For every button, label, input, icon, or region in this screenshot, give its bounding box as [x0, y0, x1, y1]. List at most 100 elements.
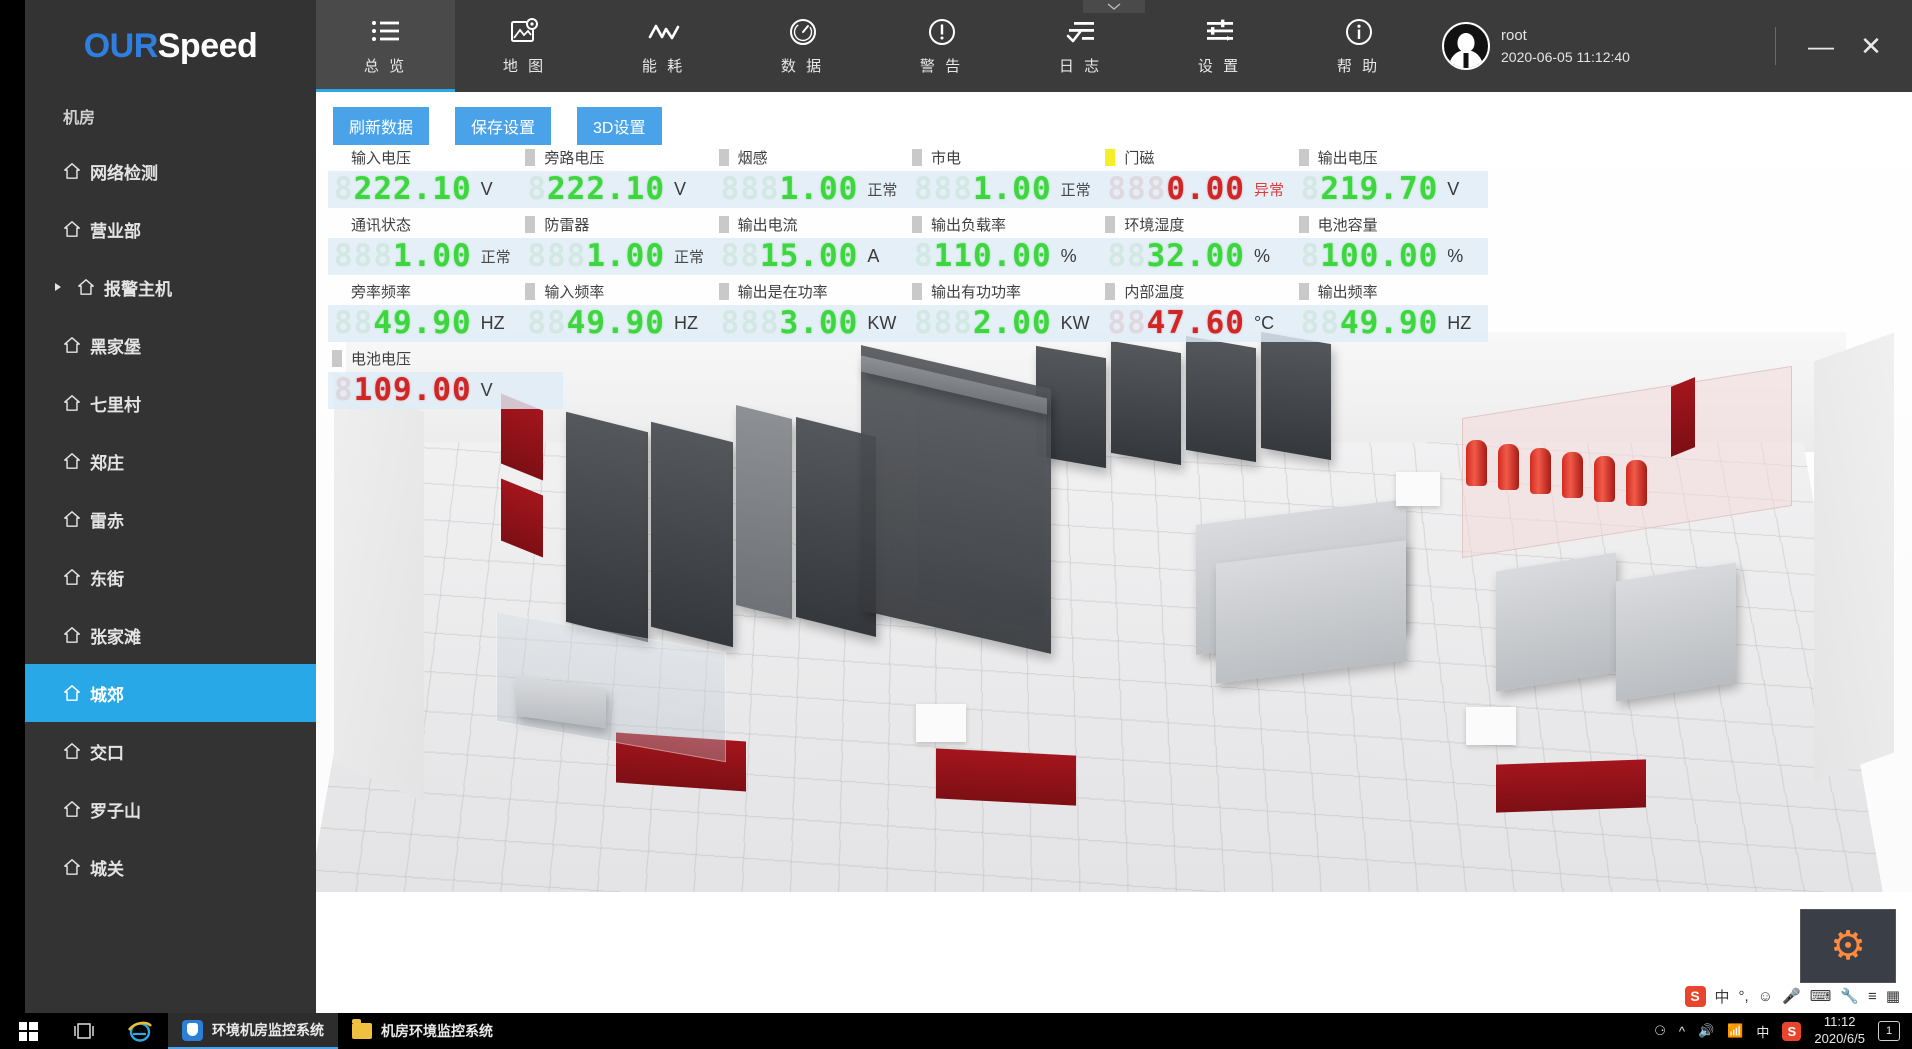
tab-help[interactable]: 帮 助 — [1289, 0, 1428, 92]
home-icon — [63, 742, 90, 760]
metric-cell: 输入电压 8 222.10 V — [328, 144, 521, 208]
ime-keyboard-icon[interactable]: ⌨ — [1810, 987, 1832, 1005]
metric-label: 烟感 — [738, 147, 768, 168]
equipment-cabinet[interactable] — [1616, 562, 1736, 701]
sidebar-item-1[interactable]: 营业部 — [25, 200, 316, 258]
sogou-logo-icon[interactable]: S — [1685, 986, 1706, 1007]
status-indicator — [525, 216, 535, 233]
sidebar-item-0[interactable]: 网络检测 — [25, 142, 316, 200]
sidebar-item-8[interactable]: 张家滩 — [25, 606, 316, 664]
sidebar-item-4[interactable]: 七里村 — [25, 374, 316, 432]
metric-value: 49.90 — [1340, 308, 1438, 339]
sidebar-item-label: 罗子山 — [90, 797, 141, 822]
start-button[interactable] — [0, 1013, 56, 1049]
metric-ghost-digits: 888 — [527, 241, 586, 272]
metric-value: 219.70 — [1320, 174, 1438, 205]
internet-explorer-icon[interactable] — [112, 1013, 168, 1049]
ime-indicator[interactable]: 中 — [1756, 1022, 1769, 1041]
metric-label-row: 通讯状态 — [328, 211, 521, 238]
home-icon — [63, 452, 90, 470]
tab-energy[interactable]: 能 耗 — [594, 0, 733, 92]
sidebar-item-label: 交口 — [90, 739, 124, 764]
ime-floating-bar[interactable]: S 中 °, ☺ 🎤 ⌨ 🔧 ≡ ▦ — [1685, 981, 1901, 1011]
sidebar-item-9[interactable]: 城郊 — [25, 664, 316, 722]
metric-unit: KW — [1061, 313, 1090, 334]
home-icon — [63, 684, 90, 702]
ime-punct-label[interactable]: °, — [1739, 988, 1749, 1005]
equipment-cabinet[interactable] — [1216, 540, 1406, 683]
tab-data[interactable]: 数 据 — [733, 0, 872, 92]
ime-menu-icon[interactable]: ≡ — [1868, 988, 1877, 1005]
server-rack[interactable] — [736, 405, 792, 619]
server-rack[interactable] — [651, 422, 733, 647]
sidebar-item-3[interactable]: 黑家堡 — [25, 316, 316, 374]
metric-ghost-digits: 8 — [334, 375, 354, 406]
pen-icon[interactable]: ⚆ — [1654, 1023, 1666, 1039]
metric-cell: 旁率频率 88 49.90 HZ — [328, 278, 521, 342]
sogou-tray-icon[interactable]: S — [1782, 1022, 1801, 1041]
door[interactable] — [1671, 377, 1695, 457]
metric-label-row: 输出是在功率 — [715, 278, 908, 305]
tab-alarm[interactable]: 警 告 — [872, 0, 1011, 92]
metric-cell: 输出是在功率 888 3.00 KW — [715, 278, 908, 342]
ime-emoji-icon[interactable]: ☺ — [1758, 988, 1773, 1005]
status-indicator — [525, 149, 535, 166]
taskbar-task-0[interactable]: 环境机房监控系统 — [168, 1013, 338, 1049]
wall-panel — [1466, 707, 1516, 745]
sidebar-item-12[interactable]: 城关 — [25, 838, 316, 896]
shield-icon — [182, 1020, 203, 1041]
fire-cylinder — [1466, 440, 1487, 486]
tab-overview[interactable]: 总 览 — [316, 0, 455, 92]
metric-value: 1.00 — [393, 241, 472, 272]
metric-label: 输出负载率 — [931, 214, 1006, 235]
task-view-button[interactable] — [56, 1013, 112, 1049]
save-settings-button[interactable]: 保存设置 — [455, 107, 551, 145]
close-button[interactable]: ✕ — [1848, 23, 1894, 69]
metric-value: 1.00 — [780, 174, 859, 205]
status-indicator — [912, 216, 922, 233]
metric-value: 47.60 — [1147, 308, 1245, 339]
sidebar-item-label: 报警主机 — [104, 275, 172, 300]
door[interactable] — [1496, 759, 1646, 812]
ime-grid-icon[interactable]: ▦ — [1886, 987, 1900, 1005]
clock-time: 11:12 — [1814, 1014, 1865, 1031]
3d-mini-widget[interactable]: ⚙ — [1800, 909, 1896, 983]
door[interactable] — [936, 748, 1076, 805]
exclamation-circle-icon — [927, 16, 957, 48]
tab-map[interactable]: 地 图 — [455, 0, 594, 92]
ime-tools-icon[interactable]: 🔧 — [1840, 987, 1859, 1005]
tab-label: 日 志 — [1059, 55, 1102, 76]
expand-caret-icon[interactable] — [55, 283, 61, 291]
sidebar-item-11[interactable]: 罗子山 — [25, 780, 316, 838]
sidebar-item-5[interactable]: 郑庄 — [25, 432, 316, 490]
refresh-data-button[interactable]: 刷新数据 — [333, 107, 429, 145]
equipment-cabinet[interactable] — [1496, 552, 1616, 691]
notification-icon[interactable]: 1 — [1878, 1021, 1900, 1041]
screen: OURSpeed 机房 网络检测 营业部 报警主机 黑家堡 七里村 郑庄 雷赤 东街 张家滩 城郊… — [0, 0, 1912, 1049]
tray-expand-icon[interactable]: ^ — [1679, 1024, 1685, 1039]
sidebar-item-6[interactable]: 雷赤 — [25, 490, 316, 548]
user-profile[interactable]: root 2020-06-05 11:12:40 — [1442, 0, 1630, 92]
metric-unit: °C — [1254, 313, 1274, 334]
volume-icon[interactable]: 🔊 — [1698, 1023, 1714, 1039]
metric-cell: 输出频率 88 49.90 HZ — [1295, 278, 1488, 342]
server-rack[interactable] — [566, 412, 648, 642]
metric-value-row: 8 219.70 V — [1295, 171, 1488, 208]
metric-label: 环境湿度 — [1124, 214, 1184, 235]
ime-mode-label[interactable]: 中 — [1715, 986, 1730, 1007]
tab-label: 数 据 — [781, 55, 824, 76]
clock[interactable]: 11:12 2020/6/5 — [1814, 1014, 1865, 1048]
metric-label-row: 烟感 — [715, 144, 908, 171]
tab-log[interactable]: 日 志 — [1011, 0, 1150, 92]
network-icon[interactable]: 📶 — [1727, 1023, 1743, 1039]
tab-settings[interactable]: 设 置 — [1150, 0, 1289, 92]
ime-voice-icon[interactable]: 🎤 — [1782, 987, 1801, 1005]
status-indicator — [1105, 149, 1115, 166]
sidebar-item-7[interactable]: 东街 — [25, 548, 316, 606]
taskbar-task-1[interactable]: 机房环境监控系统 — [338, 1013, 507, 1049]
metric-value-row: 88 32.00% — [1101, 238, 1294, 275]
sidebar-item-10[interactable]: 交口 — [25, 722, 316, 780]
minimize-button[interactable]: — — [1798, 23, 1844, 69]
sidebar-item-2[interactable]: 报警主机 — [25, 258, 316, 316]
3d-settings-button[interactable]: 3D设置 — [577, 107, 661, 145]
